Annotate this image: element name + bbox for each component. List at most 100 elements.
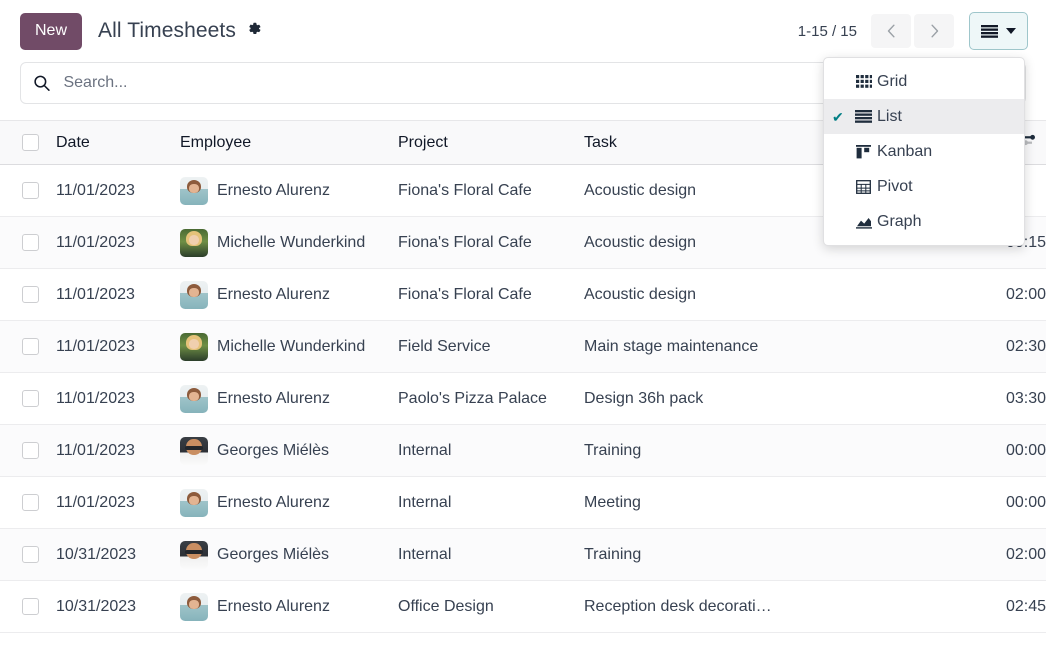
cell-employee: Ernesto Alurenz (180, 373, 398, 425)
menu-item-list[interactable]: ✔ List (824, 99, 1024, 134)
cell-project: Fiona's Floral Cafe (398, 165, 584, 217)
employee-cell-content: Ernesto Alurenz (180, 177, 398, 205)
column-header-project[interactable]: Project (398, 121, 584, 165)
employee-cell-content: Ernesto Alurenz (180, 385, 398, 413)
table-row[interactable]: 11/01/2023 Ernesto Alurenz Fiona's Floral … (0, 269, 1046, 321)
employee-name: Georges Miélès (217, 442, 329, 460)
row-select-cell (0, 373, 56, 425)
row-checkbox[interactable] (22, 546, 39, 563)
cell-project: Internal (398, 529, 584, 581)
menu-item-graph[interactable]: Graph (824, 204, 1024, 239)
column-header-date[interactable]: Date (56, 121, 180, 165)
avatar (180, 385, 208, 413)
cell-task[interactable]: Main stage maintenance (584, 321, 846, 373)
cell-task[interactable]: Acoustic design (584, 165, 846, 217)
list-icon (850, 110, 877, 123)
pager-previous-button[interactable] (871, 14, 911, 48)
row-checkbox[interactable] (22, 598, 39, 615)
control-panel: New All Timesheets 1-15 / 15 (0, 0, 1046, 62)
cell-task[interactable]: Training (584, 425, 846, 477)
cell-date: 10/31/2023 (56, 581, 180, 633)
table-row[interactable]: 11/01/2023 Michelle Wunderkind Field Servi… (0, 321, 1046, 373)
cell-task[interactable]: Reception desk decorati… (584, 581, 846, 633)
employee-cell-content: Michelle Wunderkind (180, 333, 398, 361)
table-row[interactable]: 11/01/2023Ernesto AlurenzPaolo's Pizza P… (0, 373, 1046, 425)
row-checkbox[interactable] (22, 286, 39, 303)
table-row[interactable]: 11/01/2023 Ernesto Alurenz InternalMeeting… (0, 477, 1046, 529)
cell-time-spent: 02:45 (846, 581, 1046, 633)
cell-date: 11/01/2023 (56, 477, 180, 529)
employee-name: Michelle Wunderkind (217, 338, 365, 356)
select-all-header (0, 121, 56, 165)
row-select-cell (0, 425, 56, 477)
row-checkbox[interactable] (22, 234, 39, 251)
menu-item-pivot-label: Pivot (877, 178, 913, 196)
cell-date: 11/01/2023 (56, 425, 180, 477)
kanban-icon (850, 145, 877, 159)
row-checkbox[interactable] (22, 442, 39, 459)
employee-cell-content: Ernesto Alurenz (180, 593, 398, 621)
cell-time-spent: 02:30 (846, 321, 1046, 373)
avatar (180, 437, 208, 465)
cell-task[interactable]: Design 36h pack (584, 373, 846, 425)
cell-employee: Ernesto Alurenz (180, 477, 398, 529)
employee-cell-content: Georges Miélès (180, 437, 398, 465)
avatar (180, 489, 208, 517)
row-checkbox[interactable] (22, 390, 39, 407)
menu-item-grid-label: Grid (877, 73, 907, 91)
cell-date: 11/01/2023 (56, 373, 180, 425)
menu-item-kanban-label: Kanban (877, 143, 932, 161)
cell-project: Internal (398, 425, 584, 477)
table-row[interactable]: 11/01/2023 Georges Miélès InternalTraining… (0, 425, 1046, 477)
employee-name: Ernesto Alurenz (217, 182, 330, 200)
avatar (180, 333, 208, 361)
view-switcher-button[interactable] (969, 12, 1028, 50)
cell-task[interactable]: Acoustic design (584, 269, 846, 321)
employee-name: Georges Miélès (217, 546, 329, 564)
cell-task[interactable]: Acoustic design (584, 217, 846, 269)
cell-project: Field Service (398, 321, 584, 373)
gear-icon[interactable] (245, 20, 262, 42)
cell-time-spent: 00:00 (846, 477, 1046, 529)
row-checkbox[interactable] (22, 338, 39, 355)
cell-project: Paolo's Pizza Palace (398, 373, 584, 425)
row-checkbox[interactable] (22, 182, 39, 199)
menu-item-kanban[interactable]: Kanban (824, 134, 1024, 169)
employee-cell-content: Michelle Wunderkind (180, 229, 398, 257)
employee-cell-content: Ernesto Alurenz (180, 489, 398, 517)
employee-name: Ernesto Alurenz (217, 494, 330, 512)
table-row[interactable]: 10/31/2023Ernesto AlurenzOffice DesignRe… (0, 581, 1046, 633)
row-select-cell (0, 165, 56, 217)
cell-project: Fiona's Floral Cafe (398, 269, 584, 321)
avatar (180, 593, 208, 621)
cell-employee: Georges Miélès (180, 529, 398, 581)
pivot-icon (850, 180, 877, 194)
menu-item-pivot[interactable]: Pivot (824, 169, 1024, 204)
chevron-down-icon (1006, 28, 1016, 34)
menu-item-grid[interactable]: Grid (824, 64, 1024, 99)
table-row[interactable]: 10/31/2023Georges MiélèsInternalTraining… (0, 529, 1046, 581)
cell-project: Internal (398, 477, 584, 529)
select-all-checkbox[interactable] (22, 134, 39, 151)
cell-employee: Georges Miélès (180, 425, 398, 477)
graph-icon (850, 215, 877, 229)
row-checkbox[interactable] (22, 494, 39, 511)
row-select-cell (0, 269, 56, 321)
view-switcher-dropdown: Grid ✔ List (823, 57, 1025, 246)
cell-employee: Ernesto Alurenz (180, 269, 398, 321)
employee-name: Ernesto Alurenz (217, 286, 330, 304)
cell-date: 11/01/2023 (56, 321, 180, 373)
column-header-employee[interactable]: Employee (180, 121, 398, 165)
column-header-task[interactable]: Task (584, 121, 846, 165)
cell-task[interactable]: Training (584, 529, 846, 581)
cell-date: 11/01/2023 (56, 269, 180, 321)
cell-date: 11/01/2023 (56, 217, 180, 269)
cell-task[interactable]: Meeting (584, 477, 846, 529)
new-button[interactable]: New (20, 13, 82, 50)
cell-employee: Michelle Wunderkind (180, 217, 398, 269)
page-title: All Timesheets (98, 19, 236, 43)
avatar (180, 541, 208, 569)
cell-date: 11/01/2023 (56, 165, 180, 217)
cell-time-spent: 02:00 (846, 269, 1046, 321)
pager-next-button[interactable] (914, 14, 954, 48)
